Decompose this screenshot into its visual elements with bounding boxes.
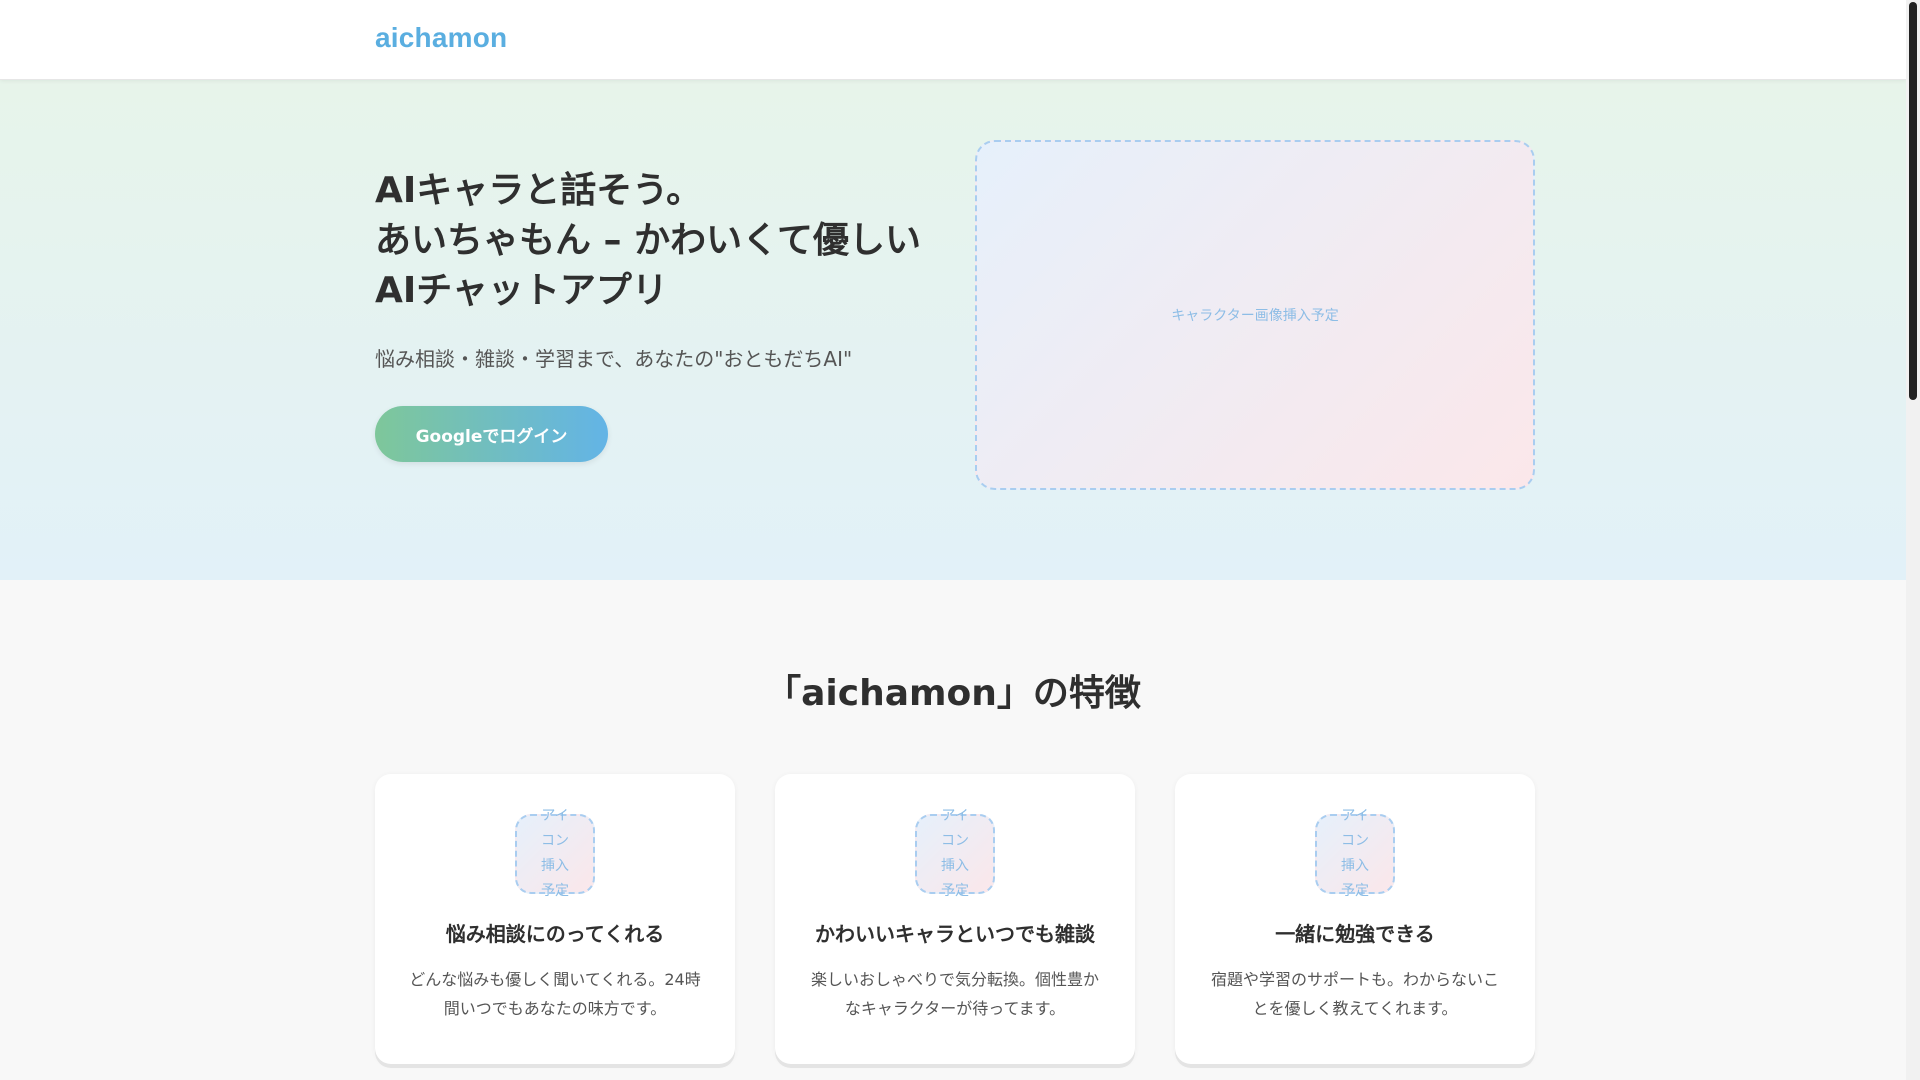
feature-card-description: どんな悩みも優しく聞いてくれる。24時間いつでもあなたの味方です。 <box>409 970 701 1018</box>
hero-title-line: AIキャラと話そう。 <box>375 170 703 211</box>
hero-section: AIキャラと話そう。 あいちゃもん – かわいくて優しい AIチャットアプリ 悩… <box>0 80 1906 580</box>
feature-card-consultation: アイコン挿入予定 悩み相談にのってくれる どんな悩みも優しく聞いてくれる。24時… <box>375 774 735 1064</box>
feature-icon-placeholder: アイコン挿入予定 <box>515 808 595 899</box>
google-login-button[interactable]: Googleでログイン <box>375 406 608 462</box>
feature-card-chat: アイコン挿入予定 かわいいキャラといつでも雑談 楽しいおしゃべりで気分転換。個性… <box>775 774 1135 1064</box>
feature-card-study: アイコン挿入予定 一緒に勉強できる 宿題や学習のサポートも。わからないことを優し… <box>1175 774 1535 1064</box>
feature-card-title: かわいいキャラといつでも雑談 <box>815 922 1095 946</box>
character-image-placeholder-label: キャラクター画像挿入予定 <box>1171 308 1339 324</box>
hero-title-line: AIチャットアプリ <box>375 270 668 311</box>
site-header: aichamon <box>0 0 1906 80</box>
feature-card-description: 楽しいおしゃべりで気分転換。個性豊かなキャラクターが待ってます。 <box>810 970 1099 1018</box>
features-title: 「aichamon」の特徴 <box>765 673 1141 714</box>
character-image-placeholder: キャラクター画像挿入予定 <box>975 140 1535 490</box>
hero-title: AIキャラと話そう。 あいちゃもん – かわいくて優しい AIチャットアプリ <box>375 166 955 316</box>
hero-title-line: あいちゃもん – かわいくて優しい <box>375 220 921 261</box>
feature-icon-placeholder-label: アイコン挿入予定 <box>1341 808 1369 899</box>
page-scrollbar[interactable] <box>1906 0 1920 1080</box>
feature-icon-placeholder: アイコン挿入予定 <box>915 808 995 899</box>
feature-icon-placeholder-label: アイコン挿入予定 <box>541 808 569 899</box>
feature-card-title: 悩み相談にのってくれる <box>445 922 665 946</box>
feature-icon-placeholder: アイコン挿入予定 <box>1315 808 1395 899</box>
feature-icon-placeholder-label: アイコン挿入予定 <box>941 808 969 899</box>
site-logo[interactable]: aichamon <box>375 22 507 54</box>
feature-card-description: 宿題や学習のサポートも。わからないことを優しく教えてくれます。 <box>1210 970 1499 1018</box>
scrollbar-thumb[interactable] <box>1909 2 1917 400</box>
hero-subtitle: 悩み相談・雑談・学習まで、あなたの"おともだちAI" <box>375 347 853 371</box>
feature-card-title: 一緒に勉強できる <box>1275 922 1435 946</box>
